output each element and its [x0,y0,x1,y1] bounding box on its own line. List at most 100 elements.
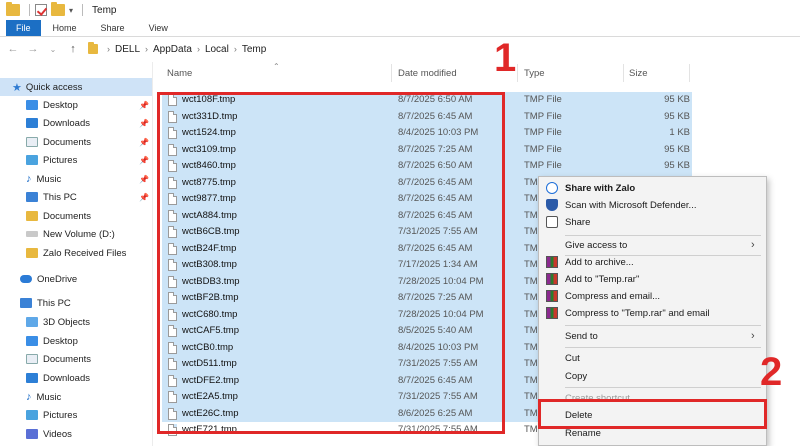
nav-pc-pictures[interactable]: Pictures [0,406,77,424]
file-type: TMP File [524,110,562,122]
music-icon: ♪ [26,173,32,185]
nav-music[interactable]: ♪ Music 📌 [0,170,149,188]
nav-quick-access[interactable]: ★ Quick access [0,78,152,96]
menu-send-to[interactable]: Send to › [539,327,766,345]
menu-separator [565,387,761,388]
tab-file[interactable]: File [6,20,41,36]
breadcrumb-dell[interactable]: DELL [115,44,140,55]
menu-compress-rar-email[interactable]: Compress to "Temp.rar" and email [539,304,766,322]
nav-this-pc[interactable]: This PC [0,294,71,312]
nav-label: Pictures [43,409,78,421]
breadcrumb-appdata[interactable]: AppData [153,44,192,55]
menu-share[interactable]: Share [539,213,766,231]
column-divider[interactable] [517,64,518,82]
menu-label: Copy [565,370,588,382]
downloads-icon [26,373,38,383]
nav-label: Music [36,391,62,403]
divider [82,4,84,16]
menu-add-to-temp-rar[interactable]: Add to "Temp.rar" [539,270,766,288]
menu-label: Give access to [565,239,628,251]
nav-desktop[interactable]: Desktop 📌 [0,96,149,114]
nav-label: OneDrive [37,273,78,285]
forward-arrow-icon[interactable]: → [26,43,40,55]
nav-documents-2[interactable]: Documents [0,207,91,225]
pin-icon: 📌 [139,137,149,147]
column-divider[interactable] [689,64,690,82]
column-header-type[interactable]: Type [524,68,545,79]
file-size: 95 KB [664,143,690,155]
column-divider[interactable] [391,64,392,82]
nav-label: Downloads [43,117,90,129]
file-type: TMP File [524,127,562,138]
breadcrumb-local[interactable]: Local [205,44,229,55]
menu-separator [565,325,761,326]
drive-icon [26,231,38,237]
tab-home[interactable]: Home [41,20,89,36]
menu-add-to-archive[interactable]: Add to archive... [539,253,766,271]
nav-documents[interactable]: Documents 📌 [0,133,149,151]
nav-pc-videos[interactable]: Videos [0,425,72,443]
address-bar: ← → ⌄ ↑ › DELL › AppData › Local › Temp [0,38,800,60]
nav-label: Zalo Received Files [43,247,127,259]
pin-icon: 📌 [139,192,149,202]
column-header-date[interactable]: Date modified [398,68,457,79]
nav-downloads[interactable]: Downloads 📌 [0,114,149,132]
column-divider[interactable] [623,64,624,82]
breadcrumb-temp[interactable]: Temp [242,44,266,55]
nav-new-volume[interactable]: New Volume (D:) [0,225,115,243]
star-icon: ★ [12,81,22,94]
nav-label: Documents [43,136,92,148]
documents-icon [26,137,38,147]
new-folder-icon[interactable] [51,2,65,16]
ribbon-tabs: File Home Share View [0,20,800,37]
cloud-icon [20,275,32,283]
folder-icon [6,2,20,16]
column-header-size[interactable]: Size [629,68,647,79]
nav-pc-downloads[interactable]: Downloads [0,369,90,387]
column-header-name[interactable]: Name [167,68,192,79]
chevron-down-icon[interactable]: ▾ [69,6,73,15]
folder-icon [26,211,38,221]
step-number-2: 2 [760,350,783,394]
chevron-down-icon[interactable]: ⌄ [46,45,60,54]
nav-3d-objects[interactable]: 3D Objects [0,313,90,331]
tab-view[interactable]: View [137,20,180,36]
nav-onedrive[interactable]: OneDrive [0,270,77,288]
chevron-right-icon: › [233,44,237,54]
tab-share[interactable]: Share [89,20,137,36]
nav-zalo-files[interactable]: Zalo Received Files [0,244,126,262]
nav-label: Documents [43,353,92,365]
menu-compress-email[interactable]: Compress and email... [539,287,766,305]
step-number-1: 1 [494,36,517,80]
menu-label: Share [565,216,591,228]
divider [29,4,30,16]
pin-icon: 📌 [139,174,149,184]
nav-pc-desktop[interactable]: Desktop [0,332,78,350]
nav-pictures[interactable]: Pictures 📌 [0,151,149,169]
up-arrow-icon[interactable]: ↑ [66,43,80,55]
chevron-right-icon: › [196,44,200,54]
menu-cut[interactable]: Cut [539,349,766,367]
computer-icon [20,298,32,308]
properties-icon[interactable] [35,4,47,16]
nav-pc-documents[interactable]: Documents [0,350,91,368]
zalo-icon [546,182,558,194]
nav-this-pc-quick[interactable]: This PC 📌 [0,188,149,206]
breadcrumb[interactable]: › DELL › AppData › Local › Temp [88,42,266,55]
file-type: TMP File [524,160,562,171]
pin-icon: 📌 [139,118,149,128]
pin-icon: 📌 [139,155,149,165]
nav-label: Downloads [43,372,90,384]
downloads-icon [26,118,38,128]
nav-pc-music[interactable]: ♪ Music [0,388,61,406]
back-arrow-icon[interactable]: ← [6,43,20,55]
menu-give-access[interactable]: Give access to › [539,236,766,254]
menu-scan-defender[interactable]: Scan with Microsoft Defender... [539,196,766,214]
chevron-right-icon: › [145,44,149,54]
file-type: TMP File [524,143,562,155]
menu-copy[interactable]: Copy [539,367,766,385]
documents-icon [26,354,38,364]
folder-icon [88,42,98,54]
nav-label: New Volume (D:) [43,228,115,240]
menu-share-with-zalo[interactable]: Share with Zalo [539,179,766,197]
